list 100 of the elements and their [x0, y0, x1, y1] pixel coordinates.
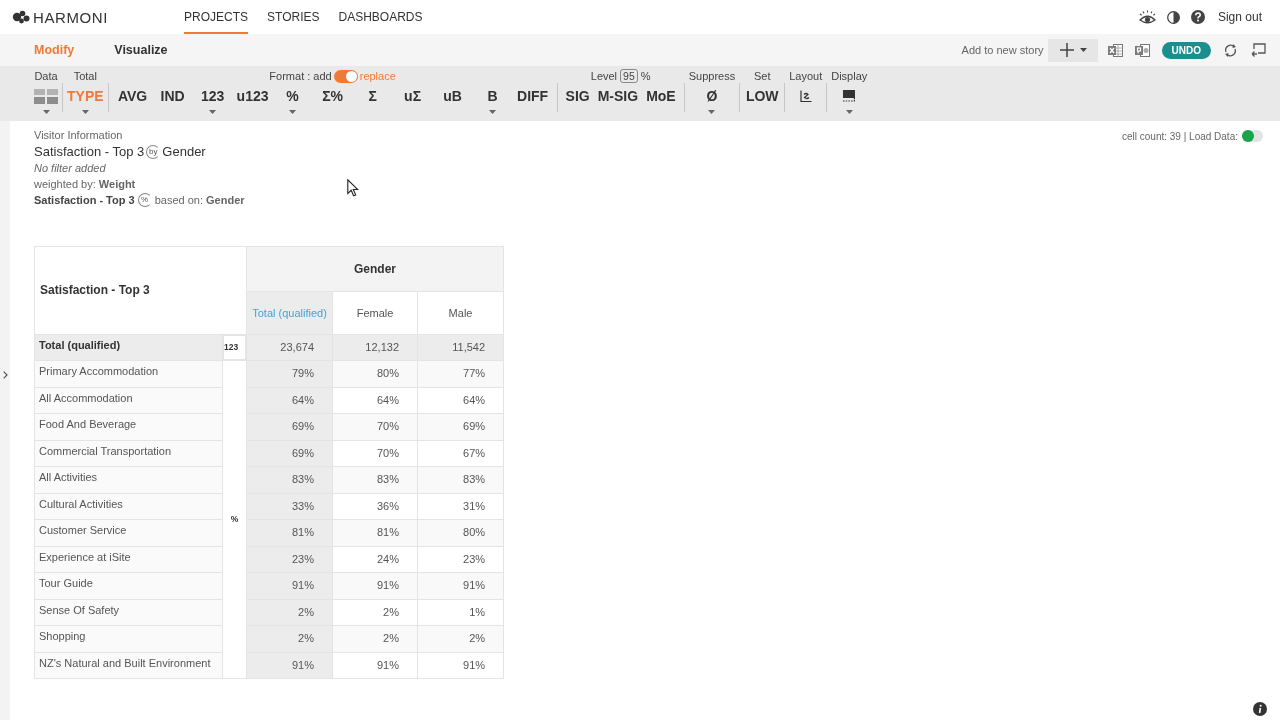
- caret-icon: [289, 110, 297, 114]
- toolbar-button[interactable]: uB: [432, 87, 473, 105]
- format-option-label: replace: [359, 70, 396, 82]
- toolbar-button[interactable]: 123: [192, 87, 233, 114]
- cell-count-label: cell count: 39 | Load Data:: [1122, 130, 1238, 142]
- column-variable-header: Gender: [246, 246, 504, 292]
- table-cell: 2%: [332, 599, 418, 626]
- table-cell: 2%: [246, 599, 333, 626]
- chevron-right-icon[interactable]: [2, 371, 8, 379]
- caret-icon: [489, 110, 497, 114]
- level-unit: %: [640, 70, 651, 82]
- table-cell: 2%: [332, 625, 418, 652]
- toolbar-button[interactable]: AVG: [112, 87, 153, 105]
- brand-name: HARMONI: [33, 8, 109, 26]
- table-cell: 23,674: [246, 334, 333, 361]
- caret-icon: [845, 110, 853, 114]
- group-label: Total: [73, 70, 97, 82]
- row-variable-header: Satisfaction - Top 3: [34, 246, 247, 335]
- plus-icon: [1058, 42, 1075, 58]
- table-cell: 64%: [332, 387, 418, 414]
- level-field[interactable]: 95: [620, 69, 638, 83]
- column-header: Total (qualified): [246, 291, 333, 335]
- table-cell: 91%: [246, 652, 333, 679]
- group-label: Data: [34, 70, 58, 82]
- table-cell: 91%: [246, 572, 333, 599]
- refresh-icon[interactable]: [1223, 42, 1238, 58]
- table-cell: 23%: [246, 546, 333, 573]
- toolbar-button[interactable]: B: [472, 87, 513, 114]
- table-cell: 24%: [332, 546, 418, 573]
- toolbar-button[interactable]: DIFF: [512, 87, 553, 105]
- toolbar-button[interactable]: MoE: [642, 87, 680, 105]
- table-cell: 33%: [246, 493, 333, 520]
- grid-icon: [34, 88, 58, 104]
- toolbar-button[interactable]: Σ%: [312, 87, 353, 105]
- help-icon[interactable]: [1190, 10, 1205, 24]
- table-cell: 2%: [417, 625, 504, 652]
- toolbar-button[interactable]: IND: [152, 87, 193, 105]
- sign-out-link[interactable]: Sign out: [1217, 10, 1262, 24]
- spreadsheet-icon[interactable]: [1107, 42, 1123, 58]
- table-cell: 91%: [332, 652, 418, 679]
- row-header: Primary Accommodation: [34, 360, 223, 387]
- info-icon[interactable]: [1253, 702, 1267, 716]
- caret-icon: [209, 110, 217, 114]
- table-cell: 83%: [332, 466, 418, 493]
- category-label: Visitor Information: [34, 128, 124, 143]
- row-header: Food And Beverage: [34, 413, 223, 440]
- table-cell: 12,132: [332, 334, 418, 361]
- logo-icon: [12, 10, 30, 24]
- row-header: All Accommodation: [34, 387, 223, 414]
- caret-icon: [708, 110, 716, 114]
- toolbar-button[interactable]: u123: [232, 87, 273, 105]
- toolbar-button[interactable]: SIG: [561, 87, 594, 105]
- row-header: Shopping: [34, 625, 223, 652]
- table-cell: 36%: [332, 493, 418, 520]
- row-header: Total (qualified): [34, 334, 223, 361]
- caret-icon: [1079, 48, 1087, 52]
- stat-label: 123: [223, 335, 246, 360]
- eye-icon[interactable]: [1138, 9, 1156, 25]
- toolbar-button[interactable]: uΣ: [392, 87, 433, 105]
- table-cell: 2%: [246, 625, 333, 652]
- display-panel-icon: [843, 90, 856, 102]
- row-variable-name: Satisfaction - Top 3: [34, 143, 145, 160]
- toolbar-button[interactable]: %: [272, 87, 313, 114]
- cursor-icon: [347, 179, 359, 197]
- table-cell: 80%: [417, 519, 504, 546]
- layout-chart-icon: [799, 90, 812, 102]
- toolbar-button[interactable]: LOW: [744, 87, 781, 105]
- add-story-button[interactable]: [1047, 38, 1098, 62]
- table-cell: 79%: [246, 360, 333, 387]
- row-header: Customer Service: [34, 519, 223, 546]
- slides-icon[interactable]: [1134, 42, 1150, 58]
- base-variable-name: Satisfaction - Top 3: [34, 193, 135, 208]
- undo-button[interactable]: UNDO: [1161, 41, 1211, 59]
- table-cell: 83%: [417, 466, 504, 493]
- toolbar-button[interactable]: M-SIG: [593, 87, 643, 105]
- row-header: Commercial Transportation: [34, 440, 223, 467]
- nav-tab[interactable]: STORIES: [267, 0, 320, 34]
- load-data-toggle[interactable]: [1242, 130, 1263, 142]
- contrast-icon[interactable]: [1166, 10, 1180, 24]
- column-variable-name: Gender: [162, 143, 206, 160]
- group-label: Suppress: [688, 70, 736, 82]
- row-header: Tour Guide: [34, 572, 223, 599]
- nav-tab[interactable]: DASHBOARDS: [338, 0, 423, 34]
- mode-tab[interactable]: Visualize: [114, 43, 168, 57]
- row-header: Sense Of Safety: [34, 599, 223, 626]
- screen-arrow-icon[interactable]: [1251, 43, 1266, 57]
- table-cell: 69%: [246, 440, 333, 467]
- table-cell: 81%: [332, 519, 418, 546]
- level-label: Level: [590, 70, 618, 82]
- format-toggle[interactable]: [333, 69, 358, 83]
- toolbar-button[interactable]: Ø: [691, 87, 732, 114]
- table-cell: 80%: [332, 360, 418, 387]
- table-cell: 31%: [417, 493, 504, 520]
- group-label: Set: [753, 70, 771, 82]
- base-note: based on: Gender: [154, 193, 245, 208]
- table-cell: 1%: [417, 599, 504, 626]
- table-cell: 67%: [417, 440, 504, 467]
- data-view-button[interactable]: [34, 87, 58, 114]
- toolbar-button[interactable]: Σ: [352, 87, 393, 105]
- row-header: All Activities: [34, 466, 223, 493]
